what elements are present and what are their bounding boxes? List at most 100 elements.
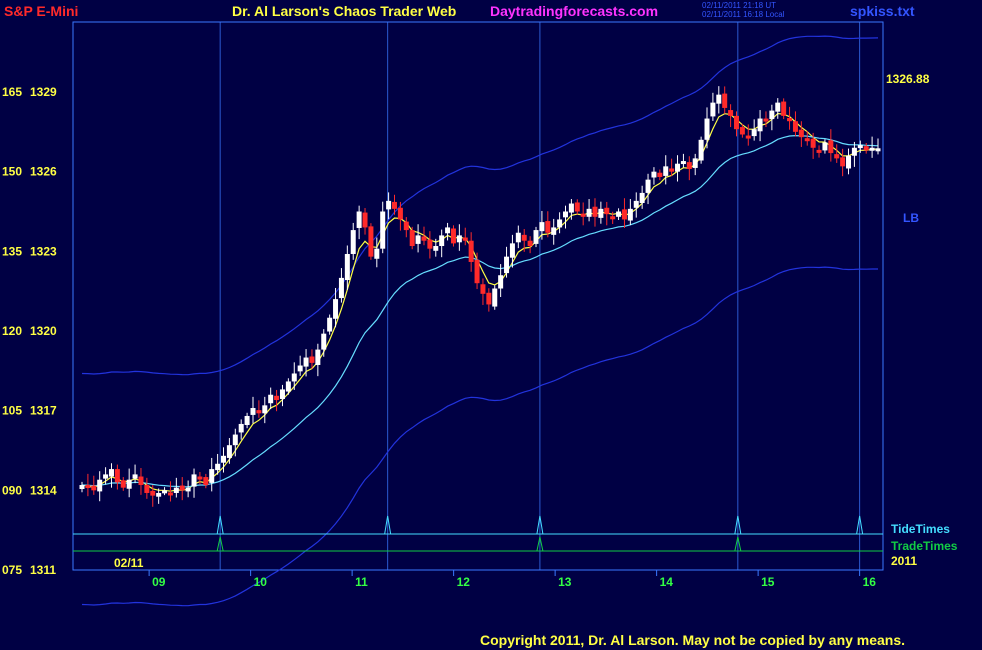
candle-body-77 bbox=[533, 230, 539, 244]
candle-body-133 bbox=[863, 146, 869, 151]
candle-body-71 bbox=[498, 275, 504, 289]
candle-body-46 bbox=[350, 230, 356, 254]
candle-body-60 bbox=[433, 246, 439, 251]
trade-times-label: TradeTimes bbox=[891, 539, 958, 553]
candle-body-93 bbox=[627, 208, 633, 221]
candle-body-99 bbox=[663, 166, 669, 176]
candle-body-103 bbox=[686, 162, 692, 170]
candle-body-39 bbox=[309, 356, 315, 363]
candle-body-43 bbox=[333, 299, 339, 319]
candle-body-6 bbox=[114, 469, 120, 483]
candle-body-36 bbox=[291, 373, 297, 382]
candle-body-113 bbox=[745, 135, 751, 139]
candle-body-25 bbox=[226, 445, 232, 458]
candle-body-102 bbox=[680, 161, 686, 165]
candle-body-80 bbox=[551, 227, 557, 235]
candle-body-66 bbox=[468, 240, 474, 262]
candle-body-23 bbox=[215, 463, 221, 471]
candle-body-15 bbox=[167, 492, 173, 496]
candle-body-29 bbox=[250, 408, 256, 415]
x-tick-label-12: 12 bbox=[457, 575, 471, 589]
candle-body-86 bbox=[586, 208, 592, 217]
candle-body-124 bbox=[810, 138, 816, 148]
candle-body-119 bbox=[781, 101, 787, 116]
candle-body-26 bbox=[232, 434, 238, 446]
candle-body-83 bbox=[568, 203, 574, 213]
candle-body-109 bbox=[722, 93, 728, 108]
lb-label: LB bbox=[903, 211, 919, 225]
timestamp-local: 02/11/2011 16:18 Local bbox=[702, 10, 785, 19]
candle-body-16 bbox=[173, 487, 179, 493]
candle-body-128 bbox=[834, 154, 840, 159]
candle-body-21 bbox=[203, 477, 209, 486]
candle-body-5 bbox=[108, 469, 114, 477]
y-tick-left-105: 105 bbox=[2, 404, 22, 418]
last-price-label: 1326.88 bbox=[886, 72, 930, 86]
candle-body-69 bbox=[486, 292, 492, 305]
candle-body-125 bbox=[816, 149, 822, 153]
candle-body-61 bbox=[439, 235, 445, 247]
candle-body-40 bbox=[315, 349, 321, 365]
candle-body-27 bbox=[238, 423, 244, 433]
candle-body-12 bbox=[150, 490, 156, 496]
y-tick-left-075: 075 bbox=[2, 563, 22, 577]
candle-body-33 bbox=[274, 395, 280, 401]
candle-body-64 bbox=[456, 235, 462, 243]
candle-body-68 bbox=[480, 284, 486, 294]
candle-body-11 bbox=[144, 485, 150, 493]
candle-body-2 bbox=[91, 485, 97, 491]
candle-body-1 bbox=[85, 485, 91, 489]
y-tick-left-120: 120 bbox=[2, 324, 22, 338]
candle-body-121 bbox=[792, 121, 798, 132]
website-label: Daytradingforecasts.com bbox=[490, 3, 658, 19]
candle-body-107 bbox=[710, 102, 716, 117]
candle-body-38 bbox=[303, 357, 309, 367]
candle-body-28 bbox=[244, 415, 250, 426]
candle-body-65 bbox=[462, 237, 468, 241]
candle-body-91 bbox=[616, 211, 622, 217]
x-tick-label-09: 09 bbox=[152, 575, 166, 589]
x-tick-label-13: 13 bbox=[558, 575, 572, 589]
candle-body-87 bbox=[592, 206, 598, 217]
candle-body-90 bbox=[610, 216, 616, 220]
candle-body-20 bbox=[197, 476, 203, 480]
candle-body-59 bbox=[427, 239, 433, 249]
timestamp-ut: 02/11/2011 21:18 UT bbox=[702, 1, 776, 10]
chart-title: Dr. Al Larson's Chaos Trader Web bbox=[232, 3, 456, 19]
candle-body-57 bbox=[415, 235, 421, 244]
candle-body-0 bbox=[79, 485, 85, 490]
candle-body-74 bbox=[515, 232, 521, 243]
candle-body-97 bbox=[651, 171, 657, 178]
candle-body-17 bbox=[179, 485, 185, 491]
candle-body-117 bbox=[769, 110, 775, 120]
candle-body-118 bbox=[775, 102, 781, 112]
candle-body-95 bbox=[639, 192, 645, 204]
copyright-footer: Copyright 2011, Dr. Al Larson. May not b… bbox=[480, 632, 905, 648]
candle-body-58 bbox=[421, 236, 427, 241]
chart-window: 165 1329 150 1326 135 1323 120 1320 105 1317 090 13… bbox=[0, 0, 982, 650]
candle-body-98 bbox=[657, 172, 663, 177]
candle-body-51 bbox=[380, 211, 386, 249]
x-tick-label-11: 11 bbox=[355, 575, 368, 589]
chart-background bbox=[0, 0, 982, 650]
y-tick-price-1323: 1323 bbox=[30, 244, 57, 258]
candle-body-52 bbox=[386, 200, 392, 210]
candle-body-134 bbox=[869, 147, 875, 151]
y-tick-left-135: 135 bbox=[2, 244, 22, 258]
candle-body-84 bbox=[574, 202, 580, 212]
candle-body-73 bbox=[509, 243, 515, 258]
candle-body-35 bbox=[285, 381, 291, 392]
candle-body-115 bbox=[757, 118, 763, 132]
candle-body-49 bbox=[368, 226, 374, 257]
candle-body-75 bbox=[521, 234, 527, 241]
y-tick-price-1314: 1314 bbox=[30, 483, 57, 497]
candle-body-13 bbox=[156, 492, 162, 497]
x-tick-label-16: 16 bbox=[863, 575, 877, 589]
candle-body-9 bbox=[132, 474, 138, 479]
candle-body-24 bbox=[221, 455, 227, 463]
candle-body-55 bbox=[403, 221, 409, 231]
candle-body-100 bbox=[669, 168, 675, 172]
candle-body-62 bbox=[445, 227, 451, 234]
candle-body-47 bbox=[356, 211, 362, 228]
candle-body-127 bbox=[828, 140, 834, 154]
